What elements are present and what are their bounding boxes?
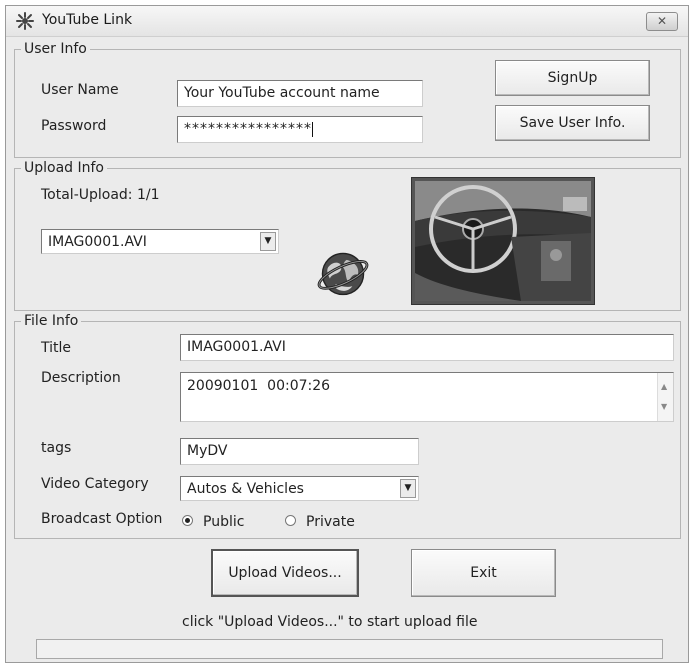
upload-file-value: IMAG0001.AVI	[48, 234, 147, 250]
close-icon: ✕	[656, 14, 668, 28]
tags-field[interactable]: MyDV	[180, 438, 419, 465]
description-field[interactable]: 20090101 00:07:26 ▲ ▼	[180, 372, 674, 422]
scroll-up-icon: ▲	[661, 382, 668, 391]
window-title: YouTube Link	[42, 12, 133, 28]
dropdown-arrow-icon: ▼	[400, 479, 416, 498]
upload-file-dropdown[interactable]: IMAG0001.AVI ▼	[41, 229, 279, 254]
signup-button[interactable]: SignUp	[495, 60, 650, 96]
title-label: Title	[41, 340, 72, 356]
save-user-info-button[interactable]: Save User Info.	[495, 105, 650, 141]
username-field[interactable]: Your YouTube account name	[177, 80, 423, 107]
upload-info-group: Upload Info Total-Upload: 1/1 IMAG0001.A…	[14, 160, 681, 311]
scroll-down-icon: ▼	[661, 402, 668, 411]
description-label: Description	[41, 370, 121, 386]
password-label: Password	[41, 118, 107, 134]
description-value: 20090101 00:07:26	[187, 378, 331, 394]
password-value: ****************	[184, 121, 312, 137]
radio-public-label[interactable]: Public	[203, 514, 244, 530]
file-info-legend: File Info	[21, 313, 82, 329]
title-bar[interactable]: YouTube Link ✕	[6, 6, 688, 37]
close-button[interactable]: ✕	[646, 12, 678, 31]
video-category-label: Video Category	[41, 476, 149, 492]
radio-private[interactable]	[285, 515, 296, 526]
dropdown-arrow-icon: ▼	[260, 232, 276, 251]
globe-upload-icon	[317, 252, 369, 296]
username-label: User Name	[41, 82, 119, 98]
broadcast-option-label: Broadcast Option	[41, 511, 163, 527]
file-info-group: File Info Title IMAG0001.AVI Description…	[14, 313, 681, 539]
video-category-value: Autos & Vehicles	[187, 481, 304, 497]
user-info-legend: User Info	[21, 41, 90, 57]
radio-private-label[interactable]: Private	[306, 514, 355, 530]
total-upload-label: Total-Upload: 1/1	[41, 187, 160, 203]
video-category-dropdown[interactable]: Autos & Vehicles ▼	[180, 476, 419, 501]
app-icon	[16, 12, 34, 30]
video-thumbnail	[411, 177, 595, 305]
user-info-group: User Info User Name Your YouTube account…	[14, 41, 681, 158]
text-cursor	[312, 121, 313, 137]
upload-info-legend: Upload Info	[21, 160, 108, 176]
description-scrollbar[interactable]: ▲ ▼	[657, 373, 673, 421]
radio-public[interactable]	[182, 515, 193, 526]
status-message: click "Upload Videos..." to start upload…	[182, 614, 478, 630]
exit-button[interactable]: Exit	[411, 549, 556, 597]
upload-videos-button[interactable]: Upload Videos...	[211, 549, 359, 597]
tags-label: tags	[41, 440, 72, 456]
upload-progress-bar	[36, 639, 663, 659]
youtube-link-window: YouTube Link ✕ User Info User Name Your …	[5, 5, 689, 663]
title-field[interactable]: IMAG0001.AVI	[180, 334, 674, 361]
password-field[interactable]: ****************	[177, 116, 423, 143]
